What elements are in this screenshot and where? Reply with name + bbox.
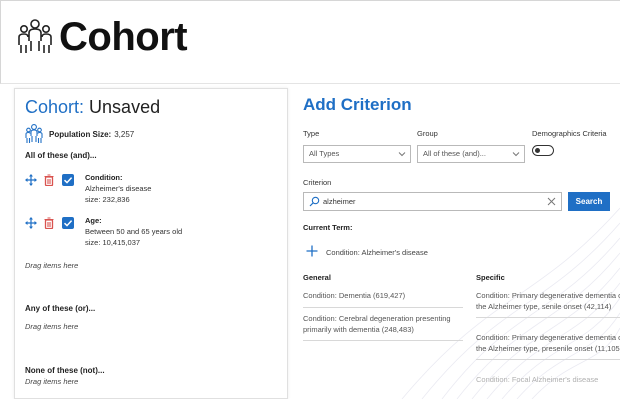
term-text: Age: Between 50 and 65 years old size: 1… (85, 215, 182, 248)
toggle-knob (535, 147, 540, 153)
population-label: Population Size: (49, 129, 112, 139)
demographics-label: Demographics Criteria (532, 129, 607, 138)
general-item[interactable]: Condition: Cerebral degeneration present… (303, 314, 463, 341)
drag-zone-any[interactable]: Drag items here (25, 322, 78, 331)
group-select[interactable]: All of these (and)... (417, 145, 525, 163)
type-label: Type (303, 129, 320, 138)
chevron-down-icon (398, 152, 406, 157)
type-select[interactable]: All Types (303, 145, 411, 163)
general-header: General (303, 273, 331, 282)
term-text: Condition: Alzheimer's disease size: 232… (85, 172, 151, 205)
cohort-title: Cohort: Unsaved (25, 97, 160, 118)
cohort-panel: Cohort: Unsaved Population Size: 3,257 A… (14, 88, 288, 399)
chevron-down-icon (512, 152, 520, 157)
clear-icon[interactable] (547, 197, 556, 206)
criterion-search-box[interactable] (303, 192, 562, 211)
trash-icon[interactable] (43, 174, 55, 186)
search-icon (309, 196, 320, 207)
move-icon[interactable] (25, 217, 37, 229)
drag-zone-all[interactable]: Drag items here (25, 261, 78, 270)
checkbox-checked-icon[interactable] (62, 174, 74, 186)
plus-icon[interactable] (306, 245, 318, 257)
term-label: Condition: (85, 173, 123, 182)
term-value: Between 50 and 65 years old (85, 227, 183, 236)
criterion-label: Criterion (303, 178, 332, 187)
specific-item[interactable]: Condition: Primary degenerative dementia… (476, 333, 620, 360)
criterion-search-input[interactable] (323, 194, 543, 209)
current-term-label: Current Term: (303, 223, 353, 232)
term-condition[interactable]: Condition: Alzheimer's disease size: 232… (25, 172, 275, 216)
specific-item[interactable]: Condition: Primary degenerative dementia… (476, 291, 620, 318)
checkbox-checked-icon[interactable] (62, 217, 74, 229)
term-value: Alzheimer's disease (85, 184, 152, 193)
general-item[interactable]: Condition: Dementia (619,427) (303, 291, 463, 308)
term-size: size: 232,836 (85, 195, 130, 204)
app-header: Cohort (0, 0, 620, 84)
demographics-toggle[interactable] (532, 145, 554, 156)
population-icon (25, 124, 43, 143)
move-icon[interactable] (25, 174, 37, 186)
people-group-icon (18, 19, 52, 53)
term-age[interactable]: Age: Between 50 and 65 years old size: 1… (25, 215, 275, 259)
add-criterion-panel: Add Criterion Type All Types Group All o… (292, 88, 620, 399)
cohort-title-value: Unsaved (89, 97, 161, 117)
group-select-value: All of these (and)... (423, 149, 486, 158)
type-select-value: All Types (309, 149, 340, 158)
any-of-these-label: Any of these (or)... (25, 304, 96, 313)
group-label: Group (417, 129, 438, 138)
population-row: Population Size: 3,257 (25, 123, 134, 145)
app-title: Cohort (59, 15, 188, 59)
term-label: Age: (85, 216, 102, 225)
drag-zone-none[interactable]: Drag items here (25, 377, 78, 386)
current-term-value: Condition: Alzheimer's disease (326, 248, 428, 257)
cohort-title-prefix: Cohort: (25, 97, 85, 117)
term-size: size: 10,415,037 (85, 238, 141, 247)
all-of-these-label: All of these (and)... (25, 151, 97, 160)
search-button[interactable]: Search (568, 192, 610, 211)
specific-header: Specific (476, 273, 505, 282)
specific-item[interactable]: Condition: Focal Alzheimer's disease (476, 375, 620, 391)
add-criterion-title: Add Criterion (303, 95, 412, 114)
none-of-these-label: None of these (not)... (25, 366, 105, 375)
population-value: 3,257 (114, 129, 135, 139)
trash-icon[interactable] (43, 217, 55, 229)
